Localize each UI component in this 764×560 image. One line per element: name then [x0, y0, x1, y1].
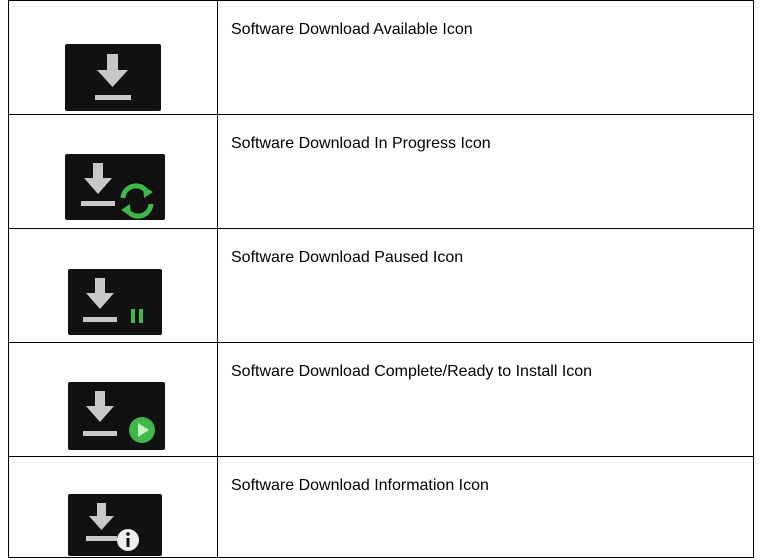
description-text: Software Download Information Icon [231, 477, 489, 494]
icon-description: Software Download Information Icon [217, 456, 754, 558]
description-text: Software Download Paused Icon [231, 249, 464, 266]
download-complete-icon [68, 382, 165, 450]
description-text: Software Download Complete/Ready to Inst… [231, 363, 593, 380]
download-paused-icon [68, 269, 162, 335]
icon-description: Software Download Paused Icon [217, 228, 754, 343]
table-row: Software Download Available Icon [8, 0, 754, 115]
icon-description: Software Download Complete/Ready to Inst… [217, 342, 754, 457]
icon-cell [8, 456, 218, 558]
software-download-icon-table: Software Download Available Icon Softwar… [8, 0, 754, 558]
table-row: Software Download Complete/Ready to Inst… [8, 342, 754, 457]
icon-cell [8, 0, 218, 115]
description-text: Software Download Available Icon [231, 21, 473, 38]
icon-description: Software Download In Progress Icon [217, 114, 754, 229]
table-row: Software Download Paused Icon [8, 228, 754, 343]
download-in-progress-icon [65, 154, 165, 220]
icon-cell [8, 228, 218, 343]
icon-description: Software Download Available Icon [217, 0, 754, 115]
icon-cell [8, 342, 218, 457]
table-row: Software Download Information Icon [8, 456, 754, 558]
download-available-icon [65, 44, 161, 111]
download-information-icon [68, 494, 162, 556]
table-row: Software Download In Progress Icon [8, 114, 754, 229]
description-text: Software Download In Progress Icon [231, 135, 491, 152]
icon-cell [8, 114, 218, 229]
